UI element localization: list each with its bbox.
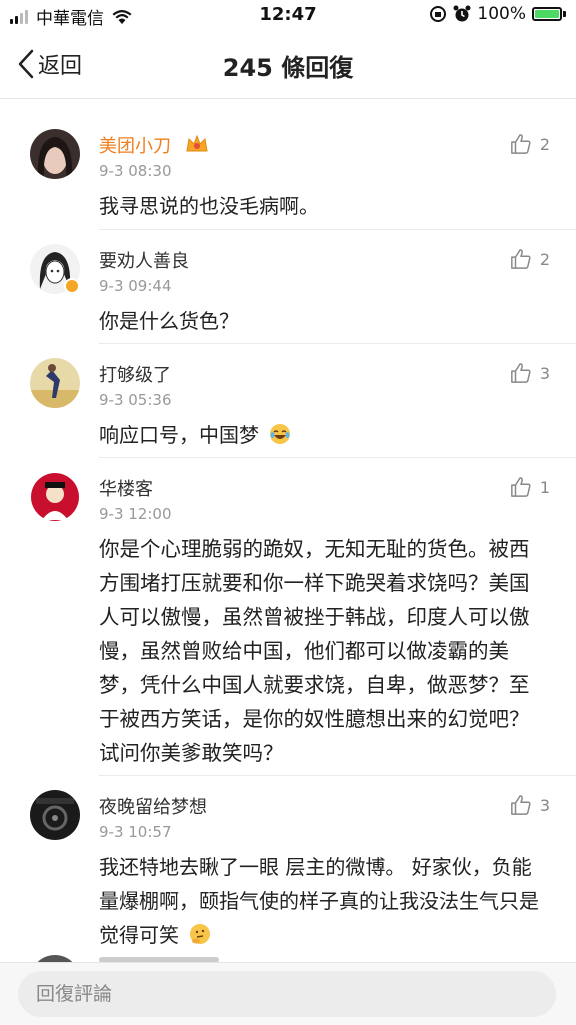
comment-item: 夜晚留给梦想 9-3 10:57 3 我还特地去瞅了一眼 层主的微博。 好家伙，… bbox=[0, 776, 576, 956]
comment-time: 9-3 05:36 bbox=[99, 391, 172, 409]
comment-item: 美团小刀 9-3 08:30 2 我寻思说的也没毛病啊。 bbox=[0, 115, 576, 230]
like-count: 3 bbox=[539, 795, 550, 815]
reply-input[interactable] bbox=[18, 971, 556, 1017]
thumbs-up-icon bbox=[510, 477, 531, 497]
laugh-cry-emoji bbox=[270, 424, 291, 444]
nav-bar: 返回 245 條回復 bbox=[0, 32, 576, 99]
thumbs-up-icon bbox=[510, 363, 531, 383]
comment-item: 要劝人善良 9-3 09:44 2 你是什么货色？ bbox=[0, 230, 576, 344]
crown-badge-icon bbox=[186, 134, 208, 152]
comment-text: 我还特地去瞅了一眼 层主的微博。 好家伙，负能量爆棚啊，颐指气使的样子真的让我没… bbox=[99, 850, 539, 952]
thumbs-up-icon bbox=[510, 134, 531, 154]
rotation-lock-icon bbox=[430, 6, 447, 22]
battery-icon bbox=[532, 7, 566, 21]
username[interactable]: 打够级了 bbox=[99, 361, 171, 387]
verified-badge-icon bbox=[64, 278, 80, 294]
comment-text: 响应口号，中国梦 bbox=[99, 418, 539, 452]
like-button[interactable]: 2 bbox=[510, 133, 550, 155]
comment-text: 你是个心理脆弱的跪奴，无知无耻的货色。被西方围堵打压就要和你一样下跪哭着求饶吗？… bbox=[99, 537, 530, 765]
thumbs-up-icon bbox=[510, 795, 531, 815]
comment-item: 华楼客 9-3 12:00 1 你是个心理脆弱的跪奴，无知无耻的货色。被西方围堵… bbox=[0, 458, 576, 776]
comment-time: 9-3 10:57 bbox=[99, 823, 172, 841]
page-title: 245 條回復 bbox=[222, 54, 354, 82]
alarm-icon bbox=[453, 5, 471, 22]
avatar-girl-image bbox=[30, 129, 80, 179]
comment-time: 9-3 08:30 bbox=[99, 162, 172, 180]
comment-text: 你是什么货色？ bbox=[99, 309, 239, 333]
reply-bar bbox=[0, 962, 576, 1025]
avatar-runner-image bbox=[30, 358, 80, 408]
username[interactable]: 美团小刀 bbox=[99, 132, 171, 158]
comment-text: 我寻思说的也没毛病啊。 bbox=[99, 194, 319, 218]
like-button[interactable]: 3 bbox=[510, 794, 550, 816]
comment-list: 美团小刀 9-3 08:30 2 我寻思说的也没毛病啊。 要劝人善良 9-3 0… bbox=[0, 115, 576, 956]
like-count: 1 bbox=[539, 477, 550, 497]
comment-time: 9-3 12:00 bbox=[99, 505, 172, 523]
thinking-emoji bbox=[190, 924, 211, 944]
avatar[interactable] bbox=[30, 790, 80, 840]
avatar[interactable] bbox=[30, 472, 80, 522]
like-count: 2 bbox=[539, 134, 550, 154]
next-comment-peek bbox=[0, 945, 576, 962]
comment-text-content: 我还特地去瞅了一眼 层主的微博。 好家伙，负能量爆棚啊，颐指气使的样子真的让我没… bbox=[99, 855, 539, 947]
username[interactable]: 夜晚留给梦想 bbox=[99, 793, 207, 819]
like-button[interactable]: 1 bbox=[510, 476, 550, 498]
username[interactable]: 华楼客 bbox=[99, 475, 153, 501]
thumbs-up-icon bbox=[510, 249, 531, 269]
username[interactable]: 要劝人善良 bbox=[99, 247, 189, 273]
status-bar: 中華電信 12:47 100% bbox=[0, 0, 576, 32]
avatar[interactable] bbox=[30, 129, 80, 179]
like-button[interactable]: 2 bbox=[510, 248, 550, 270]
status-right: 100% bbox=[429, 4, 566, 24]
avatar-car-image bbox=[30, 790, 80, 840]
like-count: 2 bbox=[539, 249, 550, 269]
battery-percent: 100% bbox=[477, 4, 526, 24]
like-button[interactable]: 3 bbox=[510, 362, 550, 384]
comment-time: 9-3 09:44 bbox=[99, 277, 172, 295]
comment-text-content: 响应口号，中国梦 bbox=[99, 423, 259, 447]
comment-item: 打够级了 9-3 05:36 3 响应口号，中国梦 bbox=[0, 344, 576, 458]
avatar[interactable] bbox=[30, 358, 80, 408]
like-count: 3 bbox=[539, 363, 550, 383]
avatar-opera-image bbox=[30, 472, 80, 522]
